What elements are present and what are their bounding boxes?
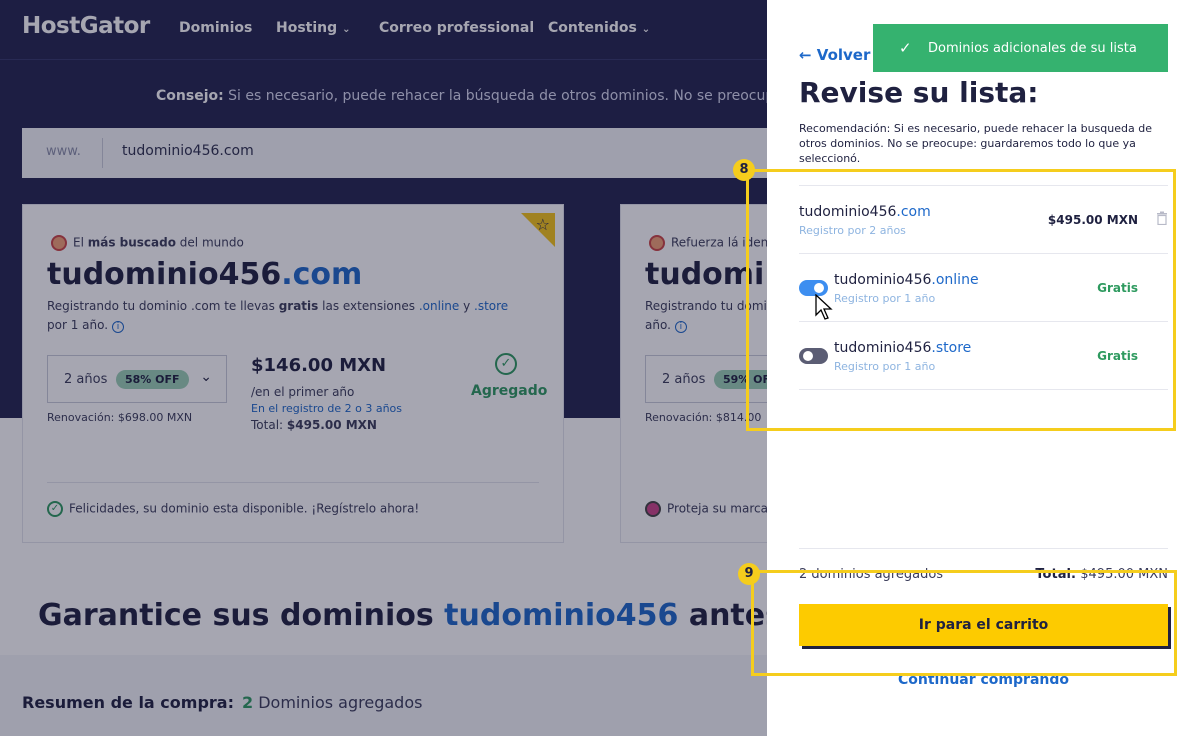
annotation-badge-9: 9	[738, 563, 760, 585]
toast-message: Dominios adicionales de su lista	[928, 41, 1137, 56]
divider	[799, 548, 1168, 549]
check-icon: ✓	[899, 39, 912, 57]
back-link[interactable]: ← Volver	[799, 46, 870, 64]
drawer-title: Revise su lista:	[799, 76, 1039, 109]
modal-backdrop[interactable]	[0, 0, 767, 736]
recommendation-text: Recomendación: Si es necesario, puede re…	[799, 122, 1152, 165]
highlight-box-8	[746, 169, 1176, 431]
annotation-badge-8: 8	[733, 159, 755, 181]
success-toast: ✓ Dominios adicionales de su lista	[873, 24, 1168, 72]
highlight-box-9	[751, 570, 1177, 676]
